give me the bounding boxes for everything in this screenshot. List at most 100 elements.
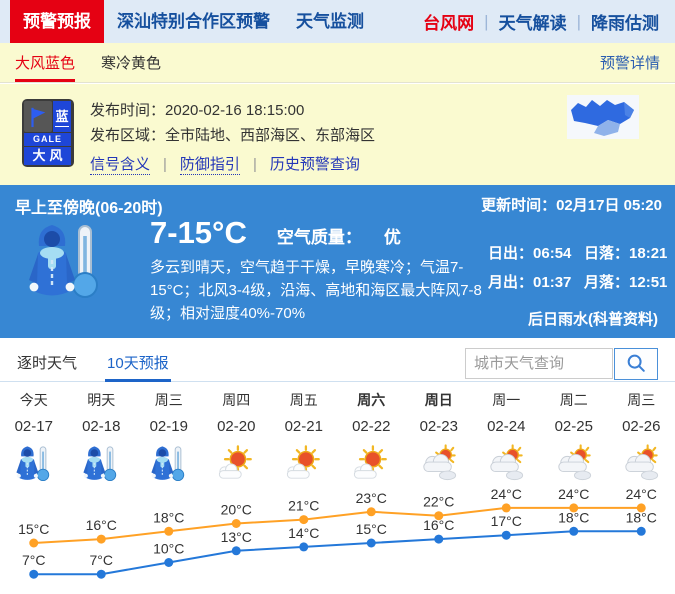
publish-area-row: 发布区域：全市陆地、西部海区、东部海区 (90, 124, 375, 145)
forecast-day: 周日 02-23 (405, 390, 473, 482)
cloudy-icon (420, 444, 458, 482)
badge-type: 大风 (24, 147, 71, 165)
svg-text:16°C: 16°C (423, 517, 454, 533)
svg-text:20°C: 20°C (221, 502, 252, 518)
sun-moon-times: 日出：06:54 日落：18:21 月出：01:37 月落：12:51 (488, 242, 667, 292)
day-label: 周二 (540, 390, 608, 410)
day-date: 02-17 (0, 418, 68, 435)
warning-panel: 蓝 GALE 大风 发布时间：2020-02-16 18:15:00 发布区域：… (0, 84, 675, 185)
publish-area-value: 全市陆地、西部海区、东部海区 (165, 127, 375, 144)
svg-text:7°C: 7°C (22, 552, 46, 568)
temp-chart: 15°C16°C18°C20°C21°C23°C22°C24°C24°C24°C… (0, 484, 675, 594)
forecast-day: 周五 02-21 (270, 390, 338, 482)
day-date: 02-22 (338, 418, 406, 435)
publish-area-label: 发布区域： (90, 127, 165, 144)
forecast-tab-逐时天气[interactable]: 逐时天气 (15, 338, 79, 382)
search-button[interactable] (614, 348, 658, 380)
update-time-label: 更新时间： (481, 197, 556, 214)
day-date: 02-20 (203, 418, 271, 435)
day-date: 02-18 (68, 418, 136, 435)
warning-link-信号含义[interactable]: 信号含义 (90, 156, 150, 175)
forecast-day: 周三 02-19 (135, 390, 203, 482)
day-label: 周四 (203, 390, 271, 410)
forecast-tab-10天预报[interactable]: 10天预报 (105, 338, 171, 382)
svg-text:15°C: 15°C (356, 521, 387, 537)
weather-description: 多云到晴天，空气趋于干燥，早晚寒冷；气温7-15°C；北风3-4级，沿海、高地和… (150, 256, 506, 325)
day-date: 02-26 (608, 418, 675, 435)
forecast-tabs-bar: 逐时天气 10天预报 (0, 338, 675, 382)
gale-warning-badge: 蓝 GALE 大风 (22, 99, 74, 167)
temperature-range: 7-15°C 空气质量： 优 (150, 215, 401, 251)
warning-links: 信号含义|防御指引|历史预警查询 (90, 153, 360, 174)
svg-text:24°C: 24°C (626, 486, 657, 502)
update-time: 更新时间：02月17日 05:20 (481, 194, 662, 215)
sun-cloud-icon (285, 444, 323, 482)
warning-tab-list: 大风蓝色寒冷黄色 (15, 43, 187, 82)
cold-coat-icon (26, 218, 106, 302)
warning-tab-寒冷黄色[interactable]: 寒冷黄色 (101, 43, 161, 82)
day-date: 02-21 (270, 418, 338, 435)
city-search-input[interactable] (465, 348, 613, 379)
badge-code: GALE (24, 133, 71, 146)
forecast-day: 周二 02-25 (540, 390, 608, 482)
forecast-day: 今天 02-17 (0, 390, 68, 482)
nav-tab-预警预报[interactable]: 预警预报 (10, 0, 104, 43)
svg-text:21°C: 21°C (288, 498, 319, 514)
next-solar-term-link[interactable]: 后日雨水(科普资料) (528, 308, 658, 329)
forecast-day: 周四 02-20 (203, 390, 271, 482)
cold-coat-icon (150, 444, 188, 482)
day-label: 周三 (608, 390, 675, 410)
publish-time-row: 发布时间：2020-02-16 18:15:00 (90, 99, 304, 120)
publish-time-label: 发布时间： (90, 102, 165, 119)
day-date: 02-24 (473, 418, 541, 435)
svg-text:23°C: 23°C (356, 490, 387, 506)
search-icon (625, 352, 647, 377)
warning-link-历史预警查询[interactable]: 历史预警查询 (270, 156, 360, 173)
warning-tab-大风蓝色[interactable]: 大风蓝色 (15, 43, 75, 82)
sun-cloud-icon (352, 444, 390, 482)
cold-coat-icon (82, 444, 120, 482)
topnav-links: 台风网|天气解读|降雨估测 (423, 9, 675, 34)
day-date: 02-23 (405, 418, 473, 435)
day-label: 周日 (405, 390, 473, 410)
sunrise-time: 日出：06:54 (488, 242, 584, 263)
air-quality-value: 优 (384, 223, 401, 248)
nav-link-天气解读[interactable]: 天气解读 (499, 9, 567, 34)
svg-text:24°C: 24°C (491, 486, 522, 502)
forecast-day: 周一 02-24 (473, 390, 541, 482)
cloudy-icon (622, 444, 660, 482)
day-label: 周三 (135, 390, 203, 410)
day-label: 周五 (270, 390, 338, 410)
current-weather-panel: 早上至傍晚(06-20时) 更新时间：02月17日 05:20 7-15°C 空… (0, 185, 675, 338)
day-date: 02-19 (135, 418, 203, 435)
flag-icon (24, 101, 52, 132)
forecast-day: 明天02-18 (68, 390, 136, 482)
forecast-day: 周六 02-22 (338, 390, 406, 482)
svg-text:18°C: 18°C (626, 509, 657, 525)
nav-link-台风网[interactable]: 台风网 (423, 9, 474, 34)
warning-detail-link[interactable]: 预警详情 (600, 52, 660, 73)
warning-tabs-bar: 大风蓝色寒冷黄色 预警详情 (0, 43, 675, 83)
cloudy-icon (487, 444, 525, 482)
forecast-tab-list: 逐时天气 10天预报 (15, 338, 171, 382)
svg-text:18°C: 18°C (558, 509, 589, 525)
day-label: 周六 (338, 390, 406, 410)
svg-text:7°C: 7°C (90, 552, 114, 568)
day-label: 周一 (473, 390, 541, 410)
warning-map-image (567, 95, 639, 139)
nav-separator: | (484, 12, 488, 32)
svg-text:14°C: 14°C (288, 525, 319, 541)
temperature-value: 7-15°C (150, 215, 247, 251)
nav-tab-深汕特别合作区预警[interactable]: 深汕特别合作区预警 (104, 0, 283, 43)
nav-link-降雨估测[interactable]: 降雨估测 (591, 9, 659, 34)
forecast-days: 今天 02-17 明天02-18 周三 02-19 (0, 390, 675, 482)
day-date: 02-25 (540, 418, 608, 435)
day-label: 今天 (0, 390, 68, 410)
svg-text:17°C: 17°C (491, 513, 522, 529)
svg-text:24°C: 24°C (558, 486, 589, 502)
cold-coat-icon (15, 444, 53, 482)
nav-tab-天气监测[interactable]: 天气监测 (283, 0, 377, 43)
sunset-time: 日落：18:21 (584, 242, 667, 263)
air-quality-label: 空气质量： (277, 223, 362, 248)
warning-link-防御指引[interactable]: 防御指引 (180, 156, 240, 175)
